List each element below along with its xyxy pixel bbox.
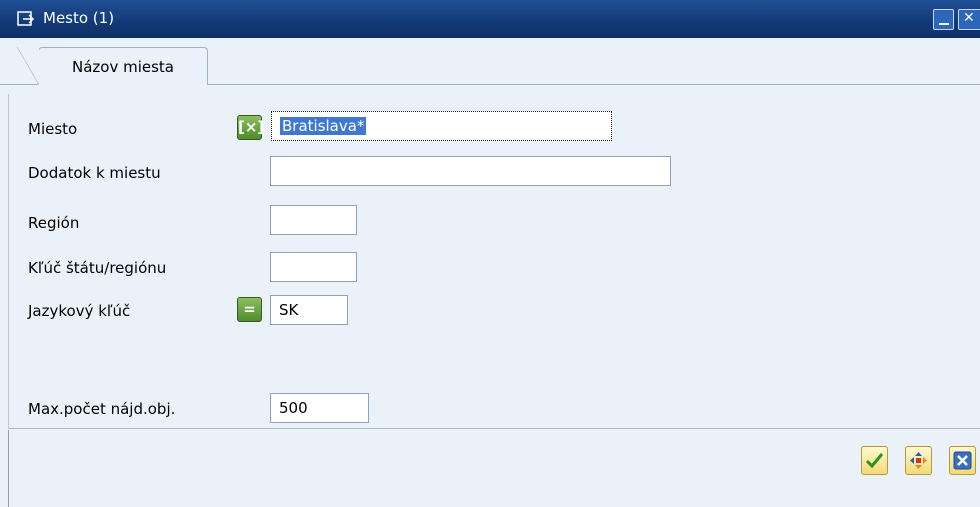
pattern-operator-icon: [×] <box>238 118 265 136</box>
minimize-button[interactable] <box>933 9 954 30</box>
miesto-input[interactable]: Bratislava* <box>271 111 612 141</box>
close-button[interactable]: ✕ <box>958 9 980 30</box>
cancel-icon <box>953 451 972 470</box>
title-bar: Mesto (1) ✕ <box>0 0 980 38</box>
kluc-statu-input[interactable] <box>270 252 357 282</box>
miesto-operator-button[interactable]: [×] <box>237 115 265 140</box>
tab-nazov-miesta[interactable]: Názov miesta <box>17 47 208 85</box>
cancel-button[interactable] <box>949 446 976 475</box>
continue-button[interactable] <box>861 446 888 475</box>
region-label: Región <box>28 214 80 232</box>
miesto-value: Bratislava* <box>280 117 367 135</box>
jazyk-input[interactable]: SK <box>270 295 348 325</box>
dodatok-label: Dodatok k miestu <box>28 164 161 182</box>
checkmark-icon <box>865 453 884 469</box>
equals-operator-icon: = <box>243 300 256 318</box>
multiple-selection-icon <box>910 452 927 469</box>
multiple-selection-button[interactable] <box>905 446 932 475</box>
region-input[interactable] <box>270 205 357 235</box>
dodatok-input[interactable] <box>270 156 671 186</box>
dialog-icon <box>17 11 35 26</box>
jazyk-operator-button[interactable]: = <box>237 297 262 322</box>
max-pocet-input[interactable]: 500 <box>270 393 369 423</box>
footer-edge <box>0 430 9 507</box>
miesto-label: Miesto <box>28 120 78 138</box>
window-title: Mesto (1) <box>43 9 115 27</box>
kluc-statu-label: Kľúč štátu/regiónu <box>28 259 167 277</box>
max-pocet-label: Max.počet nájd.obj. <box>28 400 176 418</box>
close-icon: ✕ <box>963 10 975 26</box>
jazyk-label: Jazykový kľúč <box>28 302 131 320</box>
